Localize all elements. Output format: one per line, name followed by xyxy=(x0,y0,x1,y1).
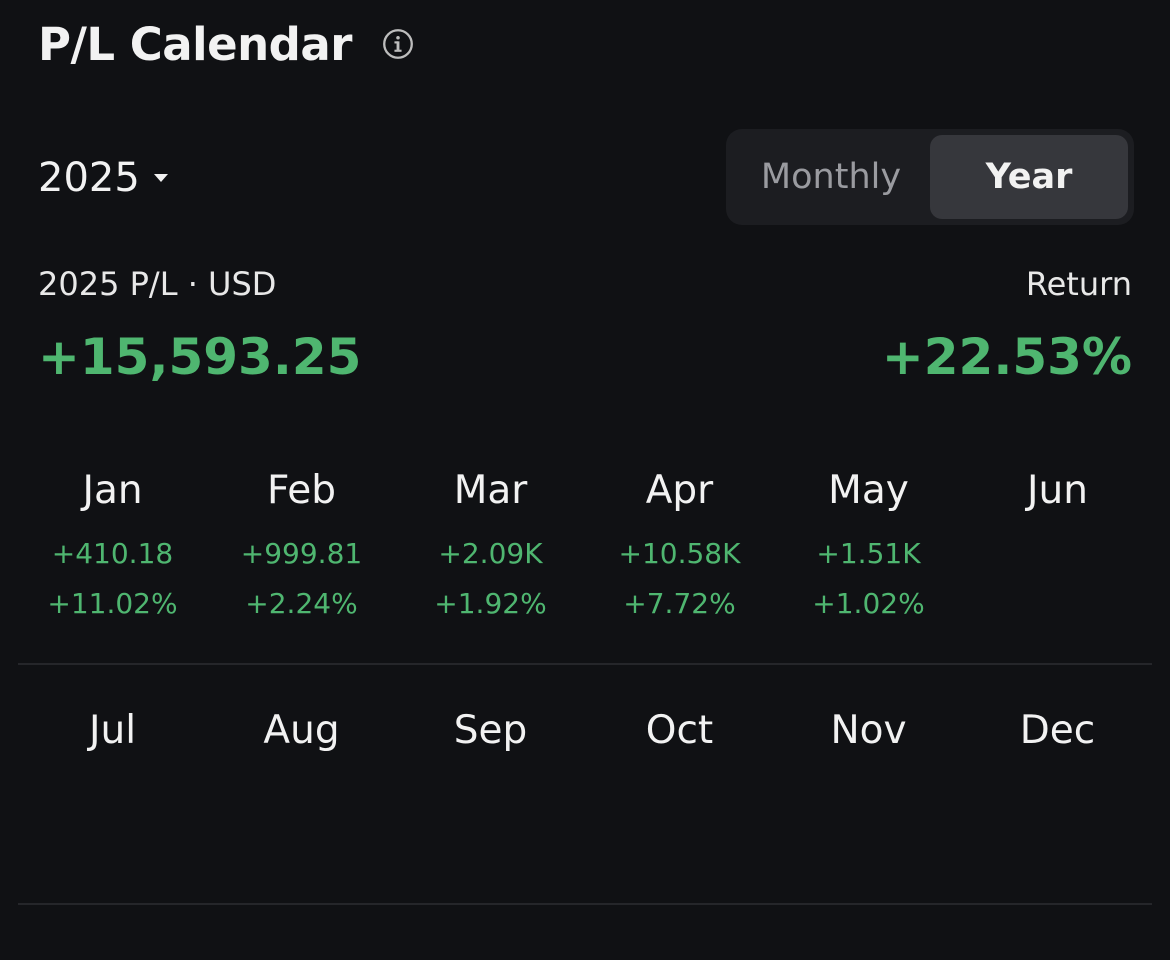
month-name: Jan xyxy=(82,468,143,513)
month-return: +1.02% xyxy=(812,587,925,620)
month-return: +1.92% xyxy=(434,587,547,620)
view-toggle: Monthly Year xyxy=(726,129,1134,225)
month-pl: +10.58K xyxy=(618,537,741,570)
month-cell-jul[interactable]: Jul xyxy=(18,700,207,903)
month-name: May xyxy=(828,468,909,513)
header: P/L Calendar xyxy=(38,14,414,74)
month-name: Dec xyxy=(1019,708,1096,753)
month-name: Apr xyxy=(645,468,714,513)
month-grid-row-2: Jul Aug Sep Oct Nov Dec xyxy=(18,700,1152,903)
month-name: Aug xyxy=(263,708,340,753)
month-name: Oct xyxy=(645,708,714,753)
month-pl: +1.51K xyxy=(816,537,921,570)
row-divider xyxy=(18,903,1152,905)
caret-down-icon xyxy=(152,172,170,184)
month-cell-mar[interactable]: Mar +2.09K +1.92% xyxy=(396,460,585,663)
month-return: +11.02% xyxy=(47,587,178,620)
month-cell-jan[interactable]: Jan +410.18 +11.02% xyxy=(18,460,207,663)
month-pl: +999.81 xyxy=(240,537,363,570)
month-name: Nov xyxy=(830,708,907,753)
month-pl: +2.09K xyxy=(438,537,543,570)
year-dropdown[interactable]: 2025 xyxy=(38,150,170,206)
toggle-year[interactable]: Year xyxy=(930,135,1128,219)
info-icon[interactable] xyxy=(382,28,414,60)
month-return: +7.72% xyxy=(623,587,736,620)
month-cell-dec[interactable]: Dec xyxy=(963,700,1152,903)
page-title: P/L Calendar xyxy=(38,17,352,71)
month-cell-apr[interactable]: Apr +10.58K +7.72% xyxy=(585,460,774,663)
month-grid-row-1: Jan +410.18 +11.02% Feb +999.81 +2.24% M… xyxy=(18,460,1152,663)
month-name: Jun xyxy=(1027,468,1088,513)
return-label: Return xyxy=(1025,265,1132,303)
month-name: Mar xyxy=(453,468,528,513)
month-return: +2.24% xyxy=(245,587,358,620)
pl-label: 2025 P/L · USD xyxy=(38,265,277,303)
pl-calendar-screen: P/L Calendar 2025 Monthly Year 2025 P/L … xyxy=(0,0,1170,960)
month-name: Jul xyxy=(88,708,137,753)
return-value: +22.53% xyxy=(881,328,1132,386)
row-divider xyxy=(18,663,1152,665)
month-cell-feb[interactable]: Feb +999.81 +2.24% xyxy=(207,460,396,663)
toggle-monthly[interactable]: Monthly xyxy=(732,135,930,219)
year-value: 2025 xyxy=(38,155,140,201)
month-cell-may[interactable]: May +1.51K +1.02% xyxy=(774,460,963,663)
month-name: Sep xyxy=(453,708,528,753)
month-cell-aug[interactable]: Aug xyxy=(207,700,396,903)
month-pl: +410.18 xyxy=(51,537,174,570)
pl-value: +15,593.25 xyxy=(38,328,362,386)
month-cell-oct[interactable]: Oct xyxy=(585,700,774,903)
month-cell-sep[interactable]: Sep xyxy=(396,700,585,903)
month-cell-jun[interactable]: Jun xyxy=(963,460,1152,663)
month-cell-nov[interactable]: Nov xyxy=(774,700,963,903)
month-name: Feb xyxy=(266,468,337,513)
